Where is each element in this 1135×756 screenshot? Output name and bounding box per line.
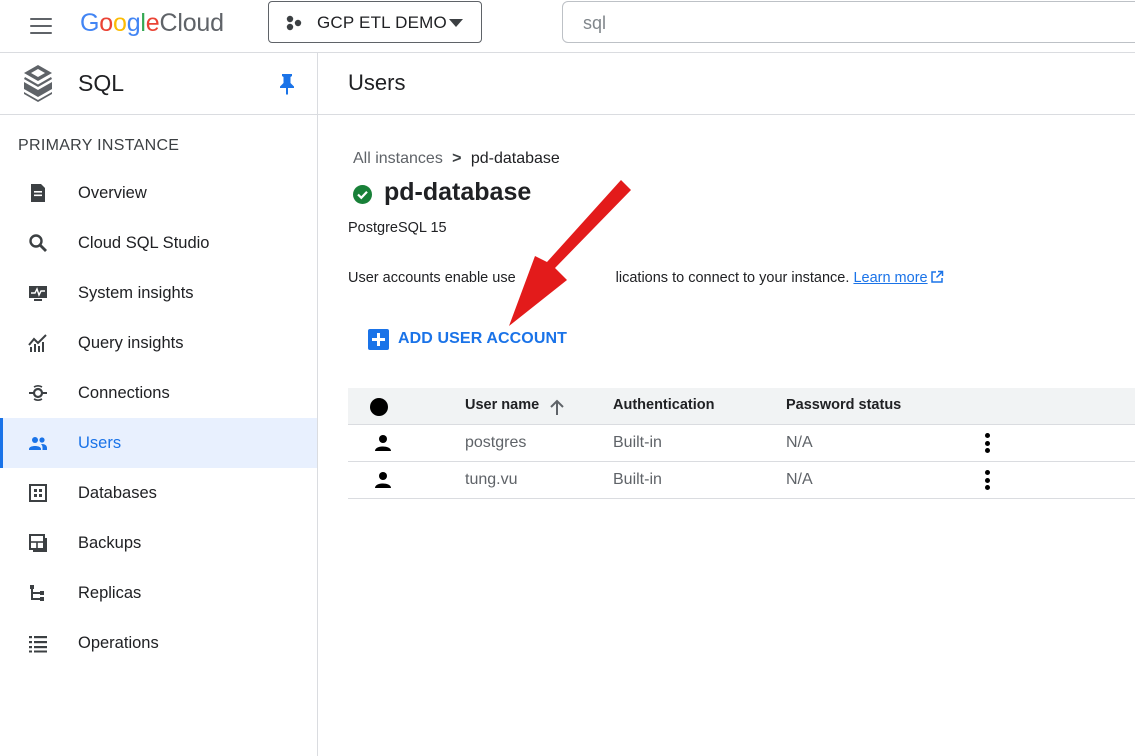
sidebar-header: SQL bbox=[0, 53, 317, 115]
product-title: SQL bbox=[78, 70, 125, 96]
status-column-icon bbox=[370, 398, 388, 416]
person-icon bbox=[375, 435, 391, 451]
overview-icon bbox=[31, 184, 45, 202]
sidebar-item-users[interactable]: Users bbox=[0, 418, 317, 468]
sidebar-item-cloud-sql-studio[interactable]: Cloud SQL Studio bbox=[0, 218, 317, 268]
pin-icon[interactable] bbox=[278, 73, 296, 95]
cell-password-status: N/A bbox=[786, 434, 813, 451]
search-box[interactable] bbox=[562, 1, 1135, 43]
column-header-password-status[interactable]: Password status bbox=[786, 397, 901, 413]
replicas-icon bbox=[30, 585, 44, 601]
page-header: Users bbox=[318, 53, 1135, 115]
learn-more-link[interactable]: Learn more bbox=[853, 270, 927, 286]
backups-icon bbox=[29, 534, 47, 552]
chevron-right-icon: > bbox=[452, 150, 462, 167]
sidebar: SQL PRIMARY INSTANCE Overview Cloud SQL … bbox=[0, 53, 318, 756]
page-title: Users bbox=[348, 70, 406, 95]
monitor-icon bbox=[29, 286, 47, 301]
chevron-down-icon bbox=[449, 19, 463, 27]
chart-icon bbox=[28, 334, 47, 352]
project-picker[interactable]: GCP ETL DEMO bbox=[268, 1, 482, 43]
table-row: tung.vu Built-in N/A bbox=[348, 462, 1135, 499]
external-link-icon[interactable] bbox=[930, 270, 944, 284]
cell-authentication: Built-in bbox=[613, 471, 662, 488]
person-icon bbox=[375, 472, 391, 488]
cloud-sql-icon bbox=[24, 65, 52, 102]
table-header: User name Authentication Password status bbox=[348, 388, 1135, 425]
search-input[interactable] bbox=[583, 11, 1103, 35]
instance-title: pd-database bbox=[384, 178, 532, 206]
column-header-authentication[interactable]: Authentication bbox=[613, 397, 715, 413]
instance-version: PostgreSQL 15 bbox=[348, 220, 447, 236]
users-table: User name Authentication Password status… bbox=[348, 388, 1135, 499]
column-header-user-name[interactable]: User name bbox=[465, 397, 539, 413]
more-vert-icon[interactable] bbox=[978, 431, 998, 455]
breadcrumb-all-instances[interactable]: All instances bbox=[353, 150, 443, 167]
sort-ascending-icon[interactable] bbox=[549, 398, 565, 416]
main-menu-icon[interactable] bbox=[28, 14, 54, 38]
sidebar-item-databases[interactable]: Databases bbox=[0, 468, 317, 518]
sidebar-item-overview[interactable]: Overview bbox=[0, 168, 317, 218]
cell-user-name: tung.vu bbox=[465, 471, 518, 488]
sidebar-item-query-insights[interactable]: Query insights bbox=[0, 318, 317, 368]
breadcrumb: All instances > pd-database bbox=[353, 149, 560, 169]
more-vert-icon[interactable] bbox=[978, 468, 998, 492]
sidebar-item-system-insights[interactable]: System insights bbox=[0, 268, 317, 318]
google-cloud-logo[interactable]: GoogleCloud bbox=[80, 6, 224, 40]
connections-icon bbox=[29, 385, 47, 401]
add-user-account-button[interactable]: ADD USER ACCOUNT bbox=[360, 320, 575, 358]
sidebar-item-operations[interactable]: Operations bbox=[0, 618, 317, 668]
add-icon bbox=[368, 328, 389, 350]
sidebar-item-backups[interactable]: Backups bbox=[0, 518, 317, 568]
databases-icon bbox=[29, 484, 47, 502]
project-icon bbox=[286, 15, 302, 31]
cell-password-status: N/A bbox=[786, 471, 813, 488]
top-bar: GoogleCloud GCP ETL DEMO bbox=[0, 0, 1135, 53]
status-ok-icon bbox=[353, 185, 372, 204]
cell-authentication: Built-in bbox=[613, 434, 662, 451]
users-icon bbox=[29, 437, 47, 450]
breadcrumb-current: pd-database bbox=[470, 150, 560, 167]
cell-user-name: postgres bbox=[465, 434, 527, 451]
sidebar-item-connections[interactable]: Connections bbox=[0, 368, 317, 418]
table-row: postgres Built-in N/A bbox=[348, 425, 1135, 462]
project-name: GCP ETL DEMO bbox=[317, 13, 447, 32]
description: User accounts enable use lications to con… bbox=[348, 270, 944, 286]
list-icon bbox=[29, 636, 47, 653]
search-icon bbox=[29, 234, 47, 252]
section-label: PRIMARY INSTANCE bbox=[18, 137, 180, 154]
sidebar-item-replicas[interactable]: Replicas bbox=[0, 568, 317, 618]
